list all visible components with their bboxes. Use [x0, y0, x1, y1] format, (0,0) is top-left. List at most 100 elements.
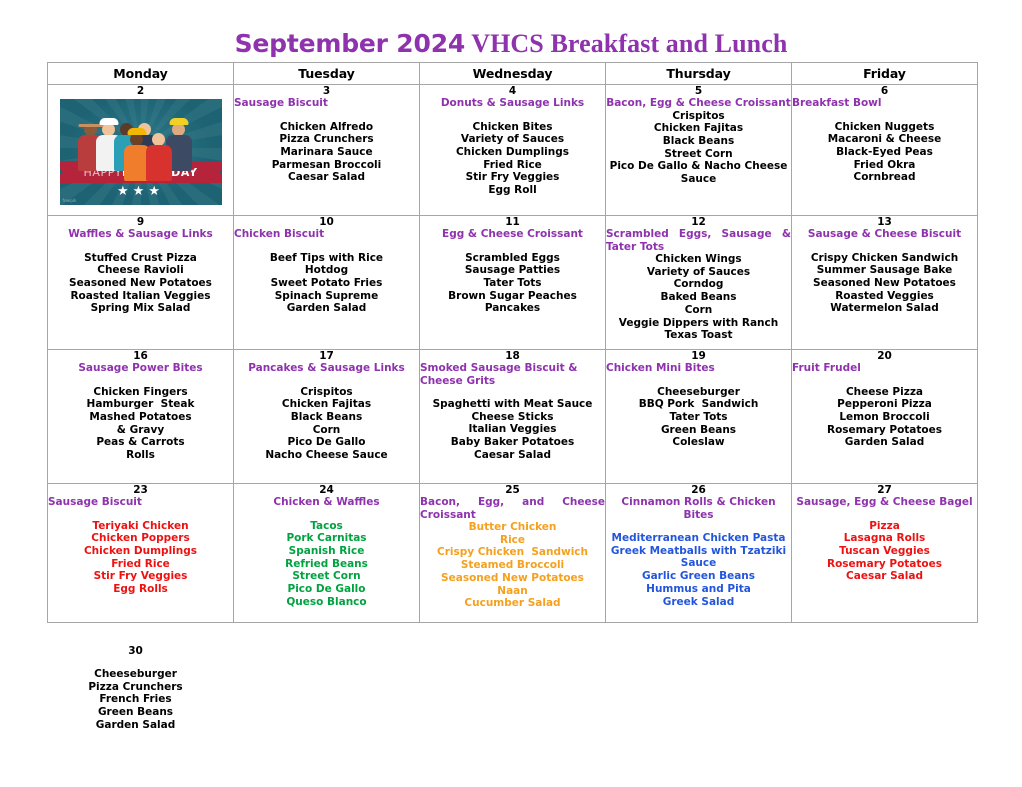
stars-decoration: ★★★	[117, 184, 164, 199]
breakfast-menu: Chicken & Waffles	[273, 496, 380, 508]
calendar-week-row: 23 Sausage Biscuit Teriyaki Chicken Chicke…	[47, 483, 978, 623]
day-number: 2	[136, 85, 145, 97]
lunch-menu: Crispitos Chicken Fajitas Black Beans St…	[609, 109, 788, 186]
breakfast-menu: Sausage Biscuit	[48, 496, 142, 508]
calendar-day-cell[interactable]: 30 Cheeseburger Pizza Crunchers French Fr…	[47, 642, 224, 735]
weekday-header-tuesday: Tuesday	[233, 62, 420, 85]
day-number: 3	[322, 85, 331, 97]
day-number: 30	[128, 645, 143, 657]
calendar-day-cell[interactable]: 9 Waffles & Sausage Links Stuffed Crust Pi…	[47, 215, 234, 350]
calendar-day-cell[interactable]: 13 Sausage & Cheese Biscuit Crispy Chicken…	[791, 215, 978, 350]
day-number: 13	[877, 216, 892, 228]
page-title-month: September 2024	[234, 29, 466, 58]
page-title-subject: VHCS Breakfast and Lunch	[465, 29, 788, 58]
day-number: 11	[505, 216, 520, 228]
breakfast-menu: Waffles & Sausage Links	[68, 228, 213, 240]
day-number: 19	[691, 350, 706, 362]
trailing-week-row: 30 Cheeseburger Pizza Crunchers French Fr…	[47, 642, 978, 735]
calendar-day-cell[interactable]: 5 Bacon, Egg & Cheese Croissant Crispitos …	[605, 84, 792, 216]
calendar-day-cell[interactable]: 11 Egg & Cheese Croissant Scrambled Eggs S…	[419, 215, 606, 350]
lunch-menu: Beef Tips with Rice Hotdog Sweet Potato …	[269, 251, 384, 315]
lunch-menu: Butter Chicken Rice Crispy Chicken Sandw…	[437, 521, 588, 610]
breakfast-menu: Bacon, Egg & Cheese Croissant	[606, 97, 791, 109]
lunch-menu: Teriyaki Chicken Chicken Poppers Chicken…	[83, 519, 198, 596]
lunch-menu: Cheeseburger Pizza Crunchers French Frie…	[88, 668, 183, 731]
breakfast-menu: Egg & Cheese Croissant	[442, 228, 583, 240]
breakfast-menu: Sausage Power Bites	[78, 362, 203, 374]
breakfast-menu: Sausage, Egg & Cheese Bagel	[796, 496, 973, 508]
calendar-page: September 2024 VHCS Breakfast and Lunch …	[0, 0, 1022, 787]
day-number: 12	[691, 216, 706, 228]
breakfast-menu: Chicken Mini Bites	[606, 362, 715, 374]
weekday-header-row: Monday Tuesday Wednesday Thursday Friday	[47, 62, 978, 85]
calendar-day-cell[interactable]: 20 Fruit Frudel Cheese Pizza Pepperoni Piz…	[791, 349, 978, 484]
calendar-day-cell[interactable]: 16 Sausage Power Bites Chicken Fingers Ham…	[47, 349, 234, 484]
lunch-menu: Cheese Pizza Pepperoni Pizza Lemon Brocc…	[827, 385, 942, 449]
calendar-day-cell[interactable]: 4 Donuts & Sausage Links Chicken Bites Var…	[419, 84, 606, 216]
calendar-day-cell[interactable]: 23 Sausage Biscuit Teriyaki Chicken Chicke…	[47, 483, 234, 623]
lunch-menu: Chicken Alfredo Pizza Crunchers Marinara…	[271, 120, 382, 184]
breakfast-menu: Breakfast Bowl	[792, 97, 882, 109]
day-number: 17	[319, 350, 334, 362]
calendar-day-cell[interactable]: 2HAPPY LABOR DAY★★★freepik	[47, 84, 234, 216]
day-number: 6	[880, 85, 889, 97]
lunch-menu: Spaghetti with Meat Sauce Cheese Sticks …	[432, 398, 593, 461]
day-number: 24	[319, 484, 334, 496]
calendar-week-row: 16 Sausage Power Bites Chicken Fingers Ham…	[47, 349, 978, 484]
calendar-day-cell[interactable]: 25 Bacon, Egg, and Cheese Croissant Butter…	[419, 483, 606, 623]
lunch-menu: Scrambled Eggs Sausage Patties Tater Tot…	[448, 251, 577, 315]
breakfast-menu: Sausage Biscuit	[234, 97, 328, 109]
lunch-menu: Mediterranean Chicken Pasta Greek Meatba…	[610, 532, 787, 608]
lunch-menu: Stuffed Crust Pizza Cheese Ravioli Seaso…	[69, 251, 212, 315]
calendar-day-cell[interactable]: 24 Chicken & Waffles Tacos Pork Carnitas S…	[233, 483, 420, 623]
lunch-menu: Crispy Chicken Sandwich Summer Sausage B…	[810, 251, 959, 315]
lunch-menu: Cheeseburger BBQ Pork Sandwich Tater Tot…	[638, 385, 759, 449]
weekday-header-monday: Monday	[47, 62, 234, 85]
page-title: September 2024 VHCS Breakfast and Lunch	[0, 0, 1022, 57]
breakfast-menu: Smoked Sausage Biscuit & Cheese Grits	[420, 362, 578, 387]
watermark: freepik	[62, 198, 77, 203]
lunch-menu: Crispitos Chicken Fajitas Black Beans Co…	[265, 385, 388, 462]
day-number: 25	[505, 484, 520, 496]
breakfast-menu: Sausage & Cheese Biscuit	[807, 228, 962, 240]
calendar-day-cell[interactable]: 6 Breakfast Bowl Chicken Nuggets Macaroni …	[791, 84, 978, 216]
day-number: 16	[133, 350, 148, 362]
menu-calendar-table: Monday Tuesday Wednesday Thursday Friday…	[47, 62, 978, 623]
breakfast-menu: Scrambled Eggs, Sausage & Tater Tots	[606, 228, 791, 253]
labor-day-image: HAPPY LABOR DAY★★★freepik	[59, 99, 222, 205]
breakfast-menu: Cinnamon Rolls & Chicken Bites	[621, 496, 776, 521]
lunch-menu: Chicken Bites Variety of Sauces Chicken …	[455, 120, 570, 197]
day-number: 9	[136, 216, 145, 228]
weekday-header-friday: Friday	[791, 62, 978, 85]
calendar-week-row: 9 Waffles & Sausage Links Stuffed Crust Pi…	[47, 215, 978, 350]
calendar-day-cell[interactable]: 3 Sausage Biscuit Chicken Alfredo Pizza Cr…	[233, 84, 420, 216]
day-number: 23	[133, 484, 148, 496]
calendar-day-cell[interactable]: 12 Scrambled Eggs, Sausage & Tater Tots Ch…	[605, 215, 792, 350]
lunch-menu: Chicken Nuggets Macaroni & Cheese Black-…	[827, 120, 942, 184]
calendar-day-cell[interactable]: 17 Pancakes & Sausage Links Crispitos Chic…	[233, 349, 420, 484]
worker-figure	[145, 133, 172, 181]
breakfast-menu: Fruit Frudel	[792, 362, 861, 374]
weekday-header-thursday: Thursday	[605, 62, 792, 85]
calendar-day-cell[interactable]: 18 Smoked Sausage Biscuit & Cheese Grits S…	[419, 349, 606, 484]
day-number: 5	[694, 85, 703, 97]
calendar-week-row: 2HAPPY LABOR DAY★★★freepik3Sausage Biscu…	[47, 84, 978, 216]
calendar-day-cell[interactable]: 26 Cinnamon Rolls & Chicken Bites Mediterr…	[605, 483, 792, 623]
breakfast-menu: Donuts & Sausage Links	[440, 97, 585, 109]
day-number: 4	[508, 85, 517, 97]
lunch-menu: Tacos Pork Carnitas Spanish Rice Refried…	[285, 519, 368, 608]
breakfast-menu: Pancakes & Sausage Links	[248, 362, 405, 374]
breakfast-menu: Bacon, Egg, and Cheese Croissant	[420, 496, 605, 521]
lunch-menu: Chicken Fingers Hamburger Steak Mashed P…	[86, 385, 195, 462]
calendar-day-cell[interactable]: 19 Chicken Mini Bites Cheeseburger BBQ Por…	[605, 349, 792, 484]
breakfast-menu: Chicken Biscuit	[234, 228, 325, 240]
weekday-header-wednesday: Wednesday	[419, 62, 606, 85]
day-number: 18	[505, 350, 520, 362]
calendar-day-cell[interactable]: 27 Sausage, Egg & Cheese Bagel Pizza Lasag…	[791, 483, 978, 623]
lunch-menu: Pizza Lasagna Rolls Tuscan Veggies Rosem…	[827, 519, 942, 583]
lunch-menu: Chicken Wings Variety of Sauces Corndog …	[618, 253, 779, 342]
calendar-day-cell[interactable]: 10 Chicken Biscuit Beef Tips with Rice Hot…	[233, 215, 420, 350]
day-number: 26	[691, 484, 706, 496]
day-number: 20	[877, 350, 892, 362]
day-number: 27	[877, 484, 892, 496]
